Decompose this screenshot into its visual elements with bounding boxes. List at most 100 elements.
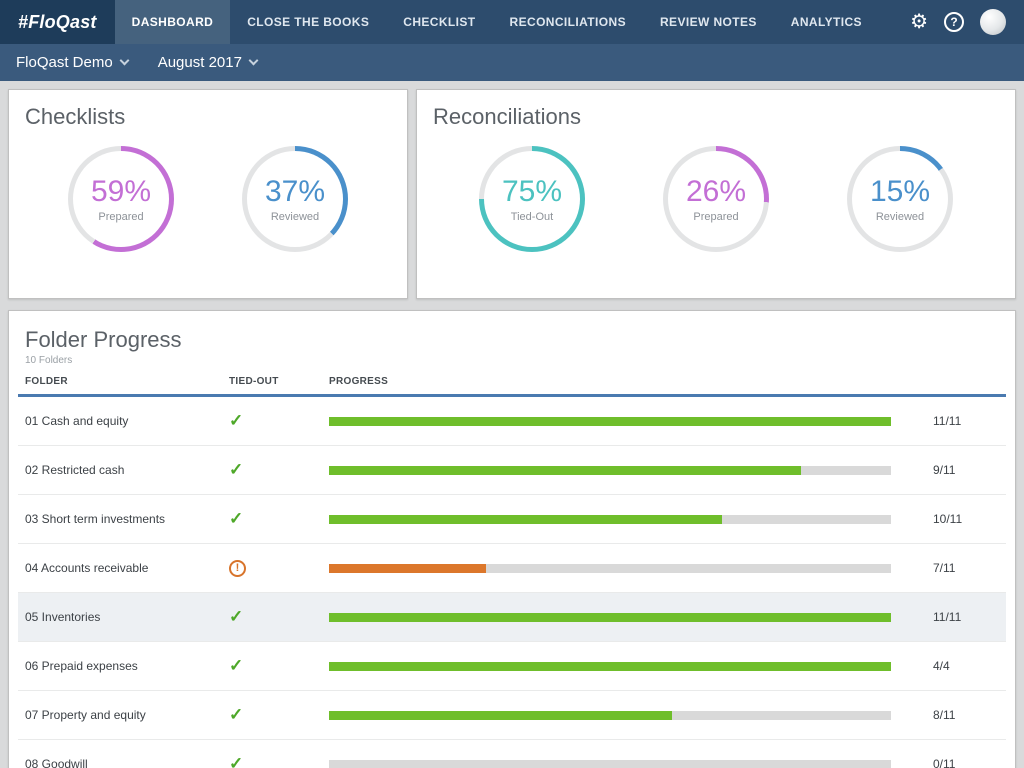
folder-progress-title: Folder Progress <box>9 311 1015 353</box>
column-header-tied-out: TIED-OUT <box>229 376 329 387</box>
progress-bar-fill <box>329 613 891 622</box>
donut-checklists-prepared: 59% Prepared <box>68 146 174 252</box>
progress-bar-fill <box>329 417 891 426</box>
donut-label: Prepared <box>98 211 143 223</box>
progress-bar-fill <box>329 662 891 671</box>
folder-name: 07 Property and equity <box>25 708 229 722</box>
tied-out-status: ✓ <box>229 411 329 431</box>
checklists-title: Checklists <box>9 90 407 130</box>
progress-fraction: 10/11 <box>911 512 999 526</box>
donut-label: Reviewed <box>271 211 319 223</box>
checklists-card: Checklists 59% Prepared 37% Reviewed <box>8 89 408 299</box>
donut-ring: 75% Tied-Out <box>479 146 585 252</box>
progress-bar-track <box>329 515 891 524</box>
column-header-folder: FOLDER <box>25 376 229 387</box>
progress-bar-track <box>329 417 891 426</box>
tied-out-status: ✓ <box>229 460 329 480</box>
tied-out-status: ! <box>229 560 329 577</box>
donut-checklists-reviewed: 37% Reviewed <box>242 146 348 252</box>
progress-bar-track <box>329 564 891 573</box>
progress-bar-fill <box>329 711 672 720</box>
donut-ring: 15% Reviewed <box>847 146 953 252</box>
table-row[interactable]: 03 Short term investments ✓ 10/11 <box>18 495 1006 544</box>
table-row[interactable]: 04 Accounts receivable ! 7/11 <box>18 544 1006 593</box>
period-name: August 2017 <box>158 54 242 71</box>
help-icon[interactable]: ? <box>944 12 964 32</box>
progress-bar-track <box>329 466 891 475</box>
progress-bar-track <box>329 711 891 720</box>
tied-out-status: ✓ <box>229 656 329 676</box>
folder-table-body: 01 Cash and equity ✓ 11/11 02 Restricted… <box>18 397 1006 768</box>
table-row[interactable]: 02 Restricted cash ✓ 9/11 <box>18 446 1006 495</box>
tied-out-check-icon: ✓ <box>229 656 243 675</box>
donut-ring: 59% Prepared <box>68 146 174 252</box>
donut-label: Prepared <box>693 211 738 223</box>
table-row[interactable]: 08 Goodwill ✓ 0/11 <box>18 740 1006 768</box>
nav-item-reconciliations[interactable]: RECONCILIATIONS <box>493 0 643 44</box>
progress-cell <box>329 515 911 524</box>
table-row[interactable]: 01 Cash and equity ✓ 11/11 <box>18 397 1006 446</box>
progress-fraction: 7/11 <box>911 561 999 575</box>
nav-item-checklist[interactable]: CHECKLIST <box>386 0 492 44</box>
company-name: FloQast Demo <box>16 54 113 71</box>
nav-item-dashboard[interactable]: DASHBOARD <box>115 0 231 44</box>
table-row[interactable]: 07 Property and equity ✓ 8/11 <box>18 691 1006 740</box>
progress-fraction: 0/11 <box>911 757 999 768</box>
donut-percent: 75% <box>502 175 562 209</box>
folder-count: 10 Folders <box>9 353 1015 366</box>
progress-cell <box>329 417 911 426</box>
chevron-down-icon <box>249 56 259 66</box>
folder-name: 06 Prepaid expenses <box>25 659 229 673</box>
tied-out-check-icon: ✓ <box>229 509 243 528</box>
folder-name: 02 Restricted cash <box>25 463 229 477</box>
tied-out-check-icon: ✓ <box>229 754 243 768</box>
reconciliations-title: Reconciliations <box>417 90 1015 130</box>
progress-cell <box>329 662 911 671</box>
nav-right-icons: ⚙ ? <box>910 0 1024 44</box>
tied-out-check-icon: ✓ <box>229 460 243 479</box>
progress-cell <box>329 613 911 622</box>
folder-name: 04 Accounts receivable <box>25 561 229 575</box>
progress-fraction: 8/11 <box>911 708 999 722</box>
folder-name: 08 Goodwill <box>25 757 229 768</box>
user-avatar[interactable] <box>980 9 1006 35</box>
column-header-progress: PROGRESS <box>329 376 911 387</box>
folder-table-header: FOLDER TIED-OUT PROGRESS <box>18 376 1006 397</box>
donut-reconciliations-prepared: 26% Prepared <box>663 146 769 252</box>
table-row[interactable]: 05 Inventories ✓ 11/11 <box>18 593 1006 642</box>
tied-out-status: ✓ <box>229 509 329 529</box>
donut-percent: 26% <box>686 175 746 209</box>
progress-fraction: 11/11 <box>911 414 999 428</box>
nav-item-analytics[interactable]: ANALYTICS <box>774 0 879 44</box>
main-content: Checklists 59% Prepared 37% Reviewed <box>0 81 1024 768</box>
progress-cell <box>329 711 911 720</box>
tied-out-status: ✓ <box>229 754 329 768</box>
progress-cell <box>329 564 911 573</box>
company-selector[interactable]: FloQast Demo <box>16 54 128 71</box>
folder-name: 05 Inventories <box>25 610 229 624</box>
tied-out-check-icon: ✓ <box>229 411 243 430</box>
donut-reconciliations-tied-out: 75% Tied-Out <box>479 146 585 252</box>
progress-bar-fill <box>329 466 801 475</box>
floqast-logo[interactable]: #FloQast <box>0 0 115 44</box>
chevron-down-icon <box>119 56 129 66</box>
progress-fraction: 9/11 <box>911 463 999 477</box>
donut-percent: 15% <box>870 175 930 209</box>
sub-header: FloQast Demo August 2017 <box>0 44 1024 81</box>
donut-percent: 59% <box>91 175 151 209</box>
nav-item-review-notes[interactable]: REVIEW NOTES <box>643 0 774 44</box>
progress-bar-fill <box>329 564 486 573</box>
table-row[interactable]: 06 Prepaid expenses ✓ 4/4 <box>18 642 1006 691</box>
donut-label: Tied-Out <box>511 211 553 223</box>
donut-label: Reviewed <box>876 211 924 223</box>
donut-ring: 37% Reviewed <box>242 146 348 252</box>
progress-cell <box>329 760 911 768</box>
nav-item-close-the-books[interactable]: CLOSE THE BOOKS <box>230 0 386 44</box>
progress-fraction: 4/4 <box>911 659 999 673</box>
donut-ring: 26% Prepared <box>663 146 769 252</box>
period-selector[interactable]: August 2017 <box>158 54 257 71</box>
settings-gear-icon[interactable]: ⚙ <box>910 12 928 32</box>
folder-name: 03 Short term investments <box>25 512 229 526</box>
tied-out-status: ✓ <box>229 705 329 725</box>
progress-cell <box>329 466 911 475</box>
